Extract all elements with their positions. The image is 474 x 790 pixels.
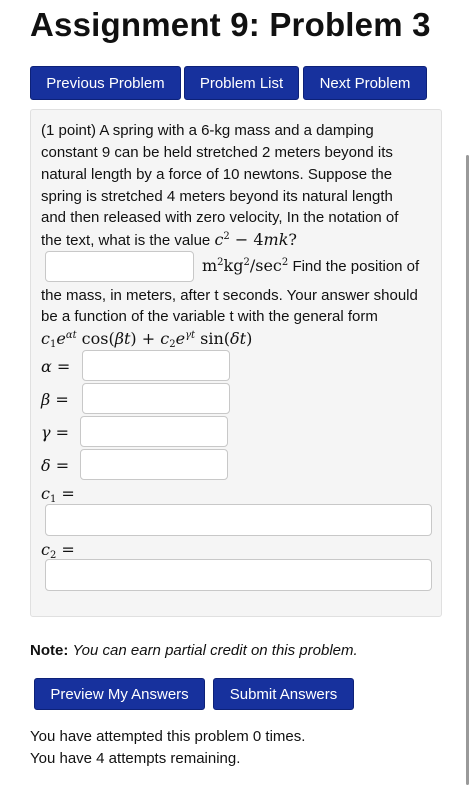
problem-text-line: be a function of the variable t with the… (41, 308, 378, 325)
question-text: the text, what is the value (41, 232, 211, 249)
submit-answers-button[interactable]: Submit Answers (213, 678, 354, 710)
note-label: Note: (30, 642, 69, 659)
beta-input[interactable] (82, 383, 230, 414)
general-form-formula: c1eαt cos(βt) + c2eγt sin(δt) (41, 329, 253, 350)
problem-text-line: (1 point) A spring with a 6-kg mass and … (41, 122, 374, 139)
value-input[interactable] (45, 251, 194, 282)
c1-input[interactable] (45, 504, 432, 536)
c2-label: c2 = (41, 540, 75, 561)
question-expression: c2 − 4mk? (214, 230, 297, 249)
scrollbar[interactable] (466, 155, 469, 785)
delta-label: δ = (41, 456, 70, 475)
previous-problem-button[interactable]: Previous Problem (30, 66, 181, 100)
note: Note: You can earn partial credit on thi… (30, 642, 358, 659)
gamma-input[interactable] (80, 416, 228, 447)
note-text: You can earn partial credit on this prob… (72, 642, 358, 659)
problem-text-line: and then released with zero velocity, In… (41, 209, 399, 226)
problem-text-line: spring is stretched 4 meters beyond its … (41, 188, 393, 205)
attempts-remaining: You have 4 attempts remaining. (30, 750, 241, 767)
problem-text-line: the text, what is the value c2 − 4mk? (41, 230, 297, 251)
preview-answers-button[interactable]: Preview My Answers (34, 678, 205, 710)
units-line: m2kg2/sec2 Find the position of (202, 256, 419, 277)
c2-input[interactable] (45, 559, 432, 591)
problem-list-button[interactable]: Problem List (184, 66, 299, 100)
page-title: Assignment 9: Problem 3 (30, 6, 431, 43)
problem-text-line: natural length by a force of 10 newtons.… (41, 166, 393, 183)
next-problem-button[interactable]: Next Problem (303, 66, 427, 100)
units-label: m2kg2/sec2 (202, 256, 289, 275)
problem-text-line: Find the position of (292, 258, 420, 275)
delta-input[interactable] (80, 449, 228, 480)
beta-label: β = (41, 390, 69, 409)
alpha-label: α = (41, 357, 71, 376)
problem-text-line: constant 9 can be held stretched 2 meter… (41, 144, 393, 161)
gamma-label: γ = (41, 423, 70, 442)
problem-text-line: the mass, in meters, after t seconds. Yo… (41, 287, 418, 304)
attempts-status: You have attempted this problem 0 times. (30, 728, 306, 745)
c1-label: c1 = (41, 484, 75, 505)
alpha-input[interactable] (82, 350, 230, 381)
